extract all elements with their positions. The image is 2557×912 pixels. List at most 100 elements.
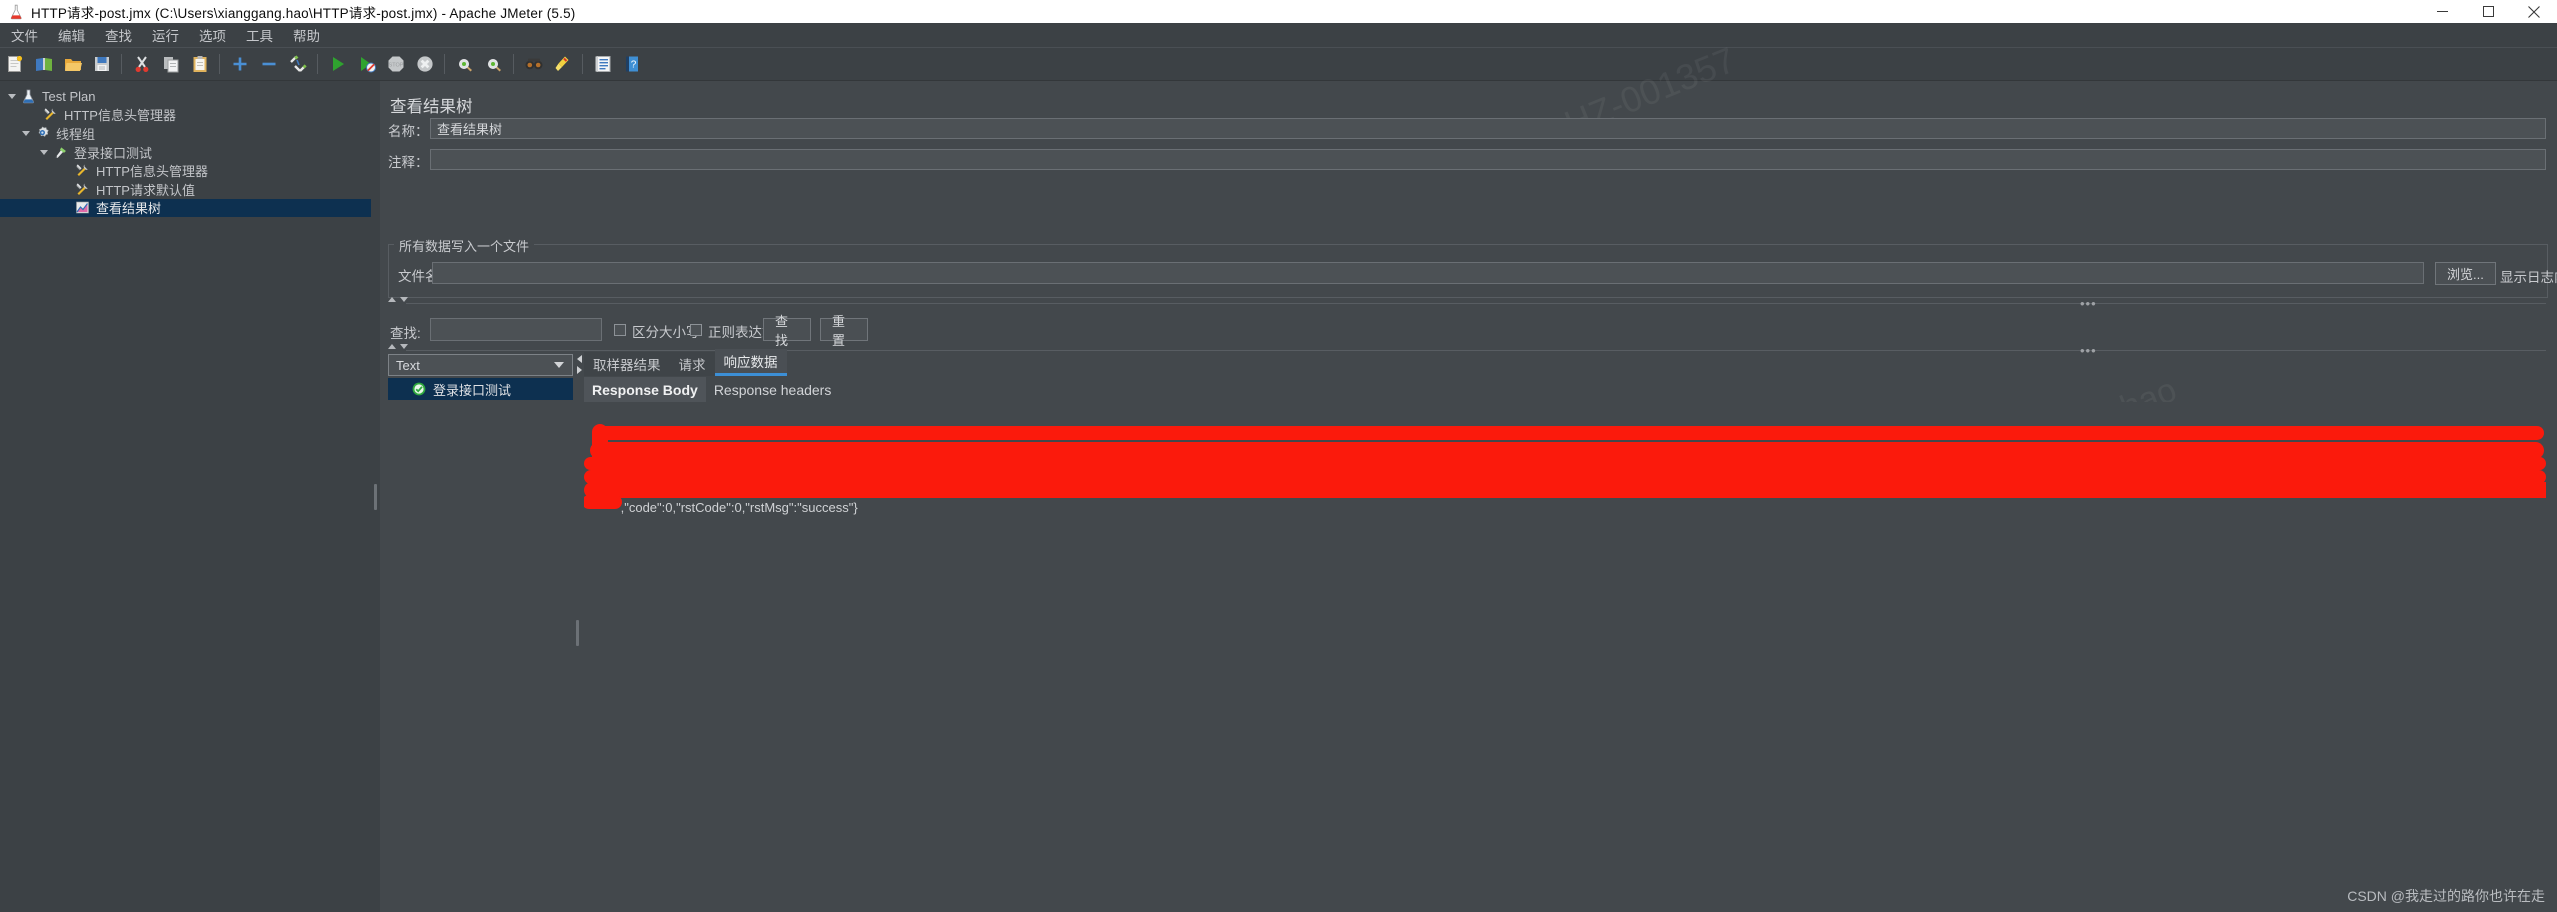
name-row: 名称： xyxy=(388,120,430,140)
menu-help[interactable]: 帮助 xyxy=(284,23,329,47)
close-button[interactable] xyxy=(2511,0,2557,23)
thread-group-icon xyxy=(34,125,51,142)
shutdown-icon[interactable] xyxy=(413,53,436,76)
tab-scroll-arrows[interactable] xyxy=(575,349,584,379)
toolbar-separator xyxy=(444,54,445,74)
drag-dots-handle-2[interactable]: ••• xyxy=(2080,343,2097,358)
menu-options[interactable]: 选项 xyxy=(190,23,235,47)
list-item[interactable]: 登录接口测试 xyxy=(388,378,573,400)
toolbar-separator xyxy=(317,54,318,74)
success-check-icon xyxy=(412,382,426,396)
search-panel-collapse-arrows[interactable] xyxy=(388,297,408,302)
menu-edit[interactable]: 编辑 xyxy=(49,23,94,47)
clear-icon[interactable] xyxy=(453,53,476,76)
test-plan-icon xyxy=(20,88,37,105)
tab-sampler-result[interactable]: 取样器结果 xyxy=(584,352,670,376)
expand-icon[interactable] xyxy=(228,53,251,76)
tab-request[interactable]: 请求 xyxy=(669,352,715,376)
function-helper-icon[interactable] xyxy=(591,53,614,76)
toggle-icon[interactable] xyxy=(286,53,309,76)
expand-toggle-icon[interactable] xyxy=(18,124,34,142)
menu-file[interactable]: 文件 xyxy=(2,23,47,47)
chevron-right-icon[interactable] xyxy=(577,365,582,374)
save-icon[interactable] xyxy=(90,53,113,76)
arrow-down-icon[interactable] xyxy=(400,297,408,302)
tree-node-view-results-tree[interactable]: 查看结果树 xyxy=(0,198,371,218)
menu-bar: 文件 编辑 查找 运行 选项 工具 帮助 xyxy=(0,23,2557,48)
search-icon[interactable] xyxy=(522,53,545,76)
search-input[interactable] xyxy=(430,318,602,341)
menu-tools[interactable]: 工具 xyxy=(237,23,282,47)
toolbar-separator xyxy=(121,54,122,74)
help-icon[interactable]: ? xyxy=(620,53,643,76)
paste-icon[interactable] xyxy=(188,53,211,76)
results-splitter[interactable] xyxy=(573,354,582,912)
chevron-down-icon[interactable] xyxy=(554,362,564,368)
response-subtabs[interactable]: Response Body Response headers xyxy=(584,377,839,402)
subtab-response-headers[interactable]: Response headers xyxy=(706,377,840,402)
cut-icon[interactable] xyxy=(130,53,153,76)
tree-node-login-api-test[interactable]: 登录接口测试 xyxy=(0,143,371,162)
tab-response-data[interactable]: 响应数据 xyxy=(714,349,787,376)
jmeter-window: IT研发中心 xianggang.hao HZ-001357 HTTP请求-po… xyxy=(0,0,2557,912)
tree-node-test-plan[interactable]: Test Plan xyxy=(0,87,371,106)
find-button[interactable]: 查找 xyxy=(763,314,811,348)
arrow-down-icon[interactable] xyxy=(400,344,408,349)
expand-toggle-icon[interactable] xyxy=(36,143,52,161)
start-no-pauses-icon[interactable] xyxy=(355,53,378,76)
open-icon[interactable] xyxy=(61,53,84,76)
config-element-icon xyxy=(74,181,91,198)
splitter-grip xyxy=(374,483,377,510)
show-log-content-label[interactable]: 显示日志内容 xyxy=(2500,266,2557,286)
tree-node-thread-group[interactable]: 线程组 xyxy=(0,124,371,143)
case-sensitive-checkbox[interactable] xyxy=(614,324,626,336)
result-tabs[interactable]: 取样器结果 请求 响应数据 xyxy=(584,349,787,376)
expand-toggle-icon[interactable] xyxy=(4,87,20,105)
tree-node-label: HTTP信息头管理器 xyxy=(96,164,208,180)
divider xyxy=(406,303,2546,304)
comment-label: 注释： xyxy=(388,155,429,170)
reset-button[interactable]: 重置 xyxy=(820,314,868,348)
tree-node-http-header-manager-child[interactable]: HTTP信息头管理器 xyxy=(0,161,371,180)
copy-icon[interactable] xyxy=(159,53,182,76)
window-title: HTTP请求-post.jmx (C:\Users\xianggang.hao\… xyxy=(31,5,576,21)
menu-search[interactable]: 查找 xyxy=(96,23,141,47)
redaction-stroke xyxy=(584,457,2546,470)
search-reset-icon[interactable] xyxy=(551,53,574,76)
results-panel-collapse-arrows[interactable] xyxy=(388,344,408,349)
tree-node-http-header-manager[interactable]: HTTP信息头管理器 xyxy=(0,106,371,125)
collapse-icon[interactable] xyxy=(257,53,280,76)
view-results-tree-panel: HZ-001357 xianggang.hao HZ-001357 HZ-001… xyxy=(380,39,2557,912)
browse-button[interactable]: 浏览... xyxy=(2435,262,2496,285)
drag-dots-handle[interactable]: ••• xyxy=(2080,296,2097,311)
regex-checkbox[interactable] xyxy=(690,324,702,336)
tree-node-http-request-defaults[interactable]: HTTP请求默认值 xyxy=(0,180,371,199)
config-element-icon xyxy=(74,162,91,179)
minimize-button[interactable] xyxy=(2419,0,2465,23)
clear-all-icon[interactable] xyxy=(482,53,505,76)
menu-run[interactable]: 运行 xyxy=(143,23,188,47)
tree-panel-splitter[interactable] xyxy=(371,81,380,912)
start-icon[interactable] xyxy=(326,53,349,76)
chevron-left-icon[interactable] xyxy=(577,354,582,363)
results-list[interactable]: 登录接口测试 xyxy=(388,378,573,912)
filename-input[interactable] xyxy=(432,262,2424,284)
stop-icon[interactable]: STOP xyxy=(384,53,407,76)
redaction-stroke xyxy=(584,482,2546,498)
response-body-pane[interactable]: { "d ","code":0,"rstCode":0,"rstMsg":"su… xyxy=(584,402,2546,912)
test-plan-tree[interactable]: Test Plan HTTP信息头管理器 线程组 登录接口测试 HTTP信息头管… xyxy=(0,81,371,912)
response-body-fragment-2: ","code":0,"rstCode":0,"rstMsg":"success… xyxy=(616,500,858,515)
subtab-response-body[interactable]: Response Body xyxy=(584,377,706,402)
arrow-up-icon[interactable] xyxy=(388,344,396,349)
arrow-up-icon[interactable] xyxy=(388,297,396,302)
new-icon[interactable] xyxy=(3,53,26,76)
renderer-select[interactable]: Text xyxy=(388,354,573,376)
comment-input[interactable] xyxy=(430,149,2546,170)
templates-icon[interactable] xyxy=(32,53,55,76)
maximize-button[interactable] xyxy=(2465,0,2511,23)
name-input[interactable]: 查看结果树 xyxy=(430,118,2546,139)
